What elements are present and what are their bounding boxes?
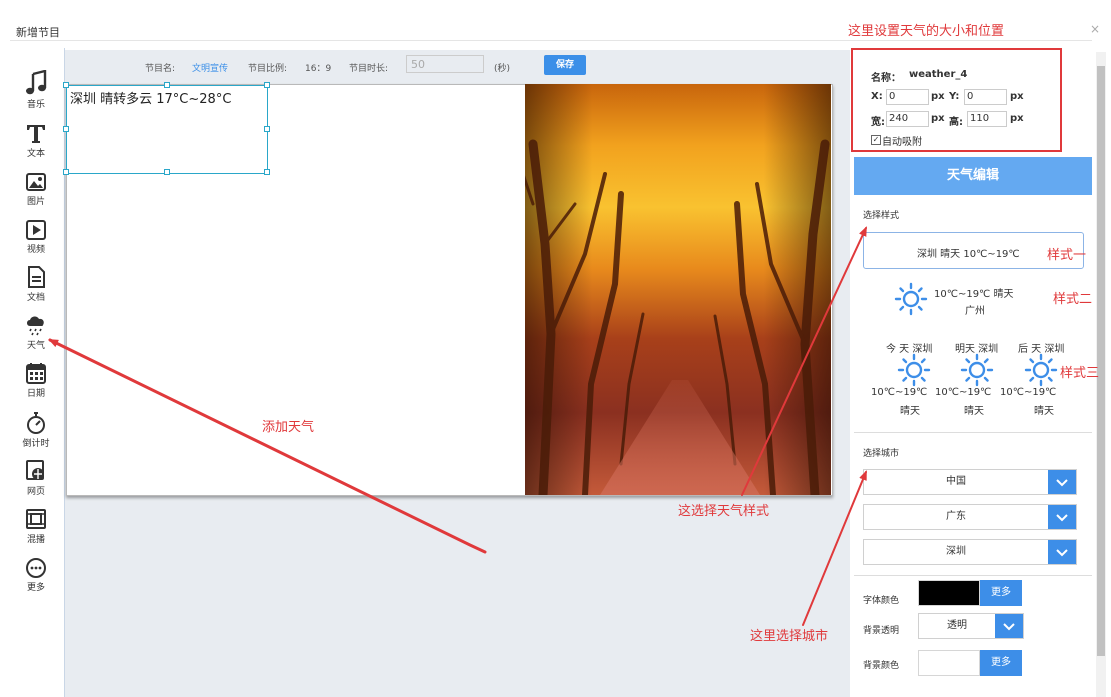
annotation-arrows	[48, 226, 867, 626]
